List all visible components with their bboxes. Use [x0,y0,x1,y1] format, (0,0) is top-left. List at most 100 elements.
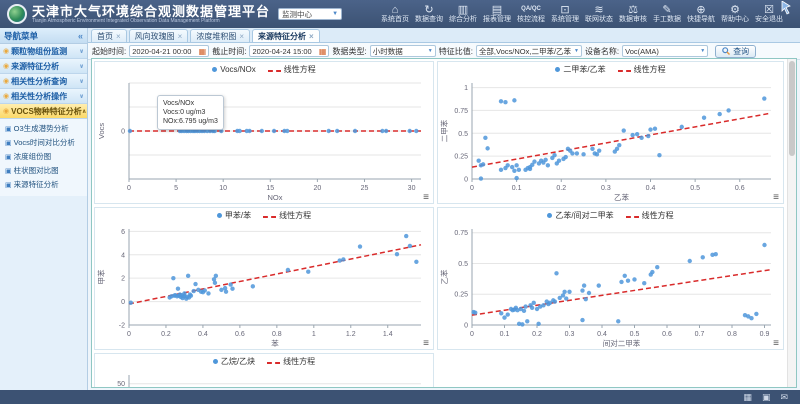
menu-item-report[interactable]: ▤报表管理 [480,4,514,24]
legend-trend[interactable]: 线性方程 [626,210,674,221]
scatter-plot: 00.250.50.7500.10.20.30.40.50.60.70.80.9… [438,223,783,349]
menu-item-network[interactable]: ≋联网状态 [582,4,616,24]
tab-1[interactable]: 风向玫瑰图× [129,29,189,42]
legend-series[interactable]: Vocs/NOx [212,65,256,74]
sidebar-group-label: VOCS物种特征分析 [11,106,82,117]
field-label: 起始时间: [92,46,126,57]
svg-text:0: 0 [121,299,125,306]
org-select[interactable]: 监测中心 ▼ [278,8,342,20]
calendar-icon[interactable]: ▦ [199,47,207,56]
dashed-line-icon [618,70,631,72]
menu-item-manual-data[interactable]: ✎手工数据 [650,4,684,24]
chevron-down-icon: ∨ [79,93,84,100]
chart-menu-icon[interactable]: ≡ [773,193,779,203]
legend-series[interactable]: 乙烷/乙炔 [213,356,255,367]
dashed-line-icon [263,216,276,218]
network-icon: ≋ [582,4,616,16]
svg-text:0.4: 0.4 [198,331,208,338]
legend-trend[interactable]: 线性方程 [267,356,315,367]
menu-item-quick-nav[interactable]: ⊕快捷导航 [684,4,718,24]
app-title-block: 天津市大气环境综合观测数据管理平台 Tianjin Atmospheric En… [32,5,270,24]
svg-text:30: 30 [408,185,416,192]
chart-menu-icon[interactable]: ≡ [423,193,429,203]
date-input[interactable]: 2020-04-24 15:00▦ [249,45,329,57]
group-emblem-icon: ◉ [3,62,9,70]
legend-trend[interactable]: 线性方程 [618,64,666,75]
svg-text:0: 0 [121,129,125,136]
select-input[interactable]: 全部,Vocs/NOx,二甲苯/乙苯▼ [476,45,582,57]
select-input[interactable]: 小时数据▼ [370,45,436,57]
org-select-value: 监测中心 [282,9,312,20]
chevron-up-icon: ∧ [82,108,87,115]
calendar-icon[interactable]: ▦ [319,47,327,56]
sidebar-group-3[interactable]: ◉相关性分析操作∨ [0,89,87,104]
svg-text:20: 20 [313,185,321,192]
quick-nav-icon: ⊕ [684,4,718,16]
sidebar-subitem[interactable]: ▣Vocs时间对比分析 [5,136,87,150]
search-button[interactable]: 查询 [715,45,756,58]
charts-area: Vocs/NOx线性方程0051015202530NOxVocs≡Vocs/NO… [91,58,797,388]
sidebar-subitem[interactable]: ▣来源特征分析 [5,178,87,192]
svg-text:NOx: NOx [268,193,283,202]
date-input[interactable]: 2020-04-21 00:00▦ [129,45,209,57]
scrollbar-thumb[interactable] [789,61,795,156]
close-tab-icon[interactable]: × [178,32,183,41]
svg-text:0.4: 0.4 [597,331,607,338]
menu-item-label: 核控流程 [514,16,548,24]
svg-text:0: 0 [127,185,131,192]
menu-item-help[interactable]: ⚙帮助中心 [718,4,752,24]
menu-item-audit[interactable]: ⚖数据审核 [616,4,650,24]
vertical-scrollbar[interactable] [787,59,796,387]
svg-text:0: 0 [470,185,474,192]
tab-3[interactable]: 来源特征分析× [252,29,320,42]
sidebar-subitem[interactable]: ▣O3生成潜势分析 [5,122,87,136]
chevron-down-icon: ▼ [700,48,705,54]
main-area: 首页×风向玫瑰图×浓度堆积图×来源特征分析× 起始时间:2020-04-21 0… [88,28,800,390]
chart-menu-icon[interactable]: ≡ [773,339,779,349]
menu-item-system[interactable]: ⊡系统管理 [548,4,582,24]
sidebar-group-1[interactable]: ◉来源特征分析∨ [0,59,87,74]
message-icon[interactable]: ▣ [762,390,771,404]
sidebar-group-2[interactable]: ◉相关性分析查询∨ [0,74,87,89]
sidebar-subitem-label: 浓度组份图 [14,152,52,161]
legend-trend-label: 线性方程 [279,211,311,220]
submenu-item-icon: ▣ [5,182,12,189]
menu-item-home[interactable]: ⌂系统首页 [378,4,412,24]
sidebar-subitem[interactable]: ▣柱状图对比图 [5,164,87,178]
close-tab-icon[interactable]: × [116,32,121,41]
legend-trend[interactable]: 线性方程 [263,210,311,221]
select-input[interactable]: Voc(AMA)▼ [622,45,708,57]
chart-legend: 二甲苯/乙苯 线性方程 [438,62,783,77]
svg-text:0.8: 0.8 [727,331,737,338]
legend-series[interactable]: 甲苯/苯 [217,210,251,221]
calendar-icon[interactable]: ▦ [743,390,752,404]
svg-text:1: 1 [464,85,468,92]
legend-series-label: Vocs/NOx [220,65,256,74]
menu-item-data-query[interactable]: ↻数据查询 [412,4,446,24]
legend-trend[interactable]: 线性方程 [268,64,316,75]
submenu-item-icon: ▣ [5,140,12,147]
legend-trend-label: 线性方程 [634,65,666,74]
tab-0[interactable]: 首页× [91,29,127,42]
legend-series[interactable]: 乙苯/间对二甲苯 [547,210,613,221]
close-tab-icon[interactable]: × [239,32,244,41]
mail-icon[interactable]: ✉ [780,390,788,404]
qaqc-icon: QA/QC [514,4,548,16]
sidebar-group-4[interactable]: ◉VOCS物种特征分析∧ [0,104,87,119]
svg-text:15: 15 [266,185,274,192]
close-tab-icon[interactable]: × [309,32,314,41]
chart-menu-icon[interactable]: ≡ [423,339,429,349]
field-label: 特征比值: [439,46,473,57]
tab-2[interactable]: 浓度堆积图× [190,29,250,42]
sidebar-group-0[interactable]: ◉颗粒物组份监测∨ [0,44,87,59]
collapse-sidebar-icon[interactable]: « [78,31,83,41]
menu-item-qaqc[interactable]: QA/QC核控流程 [514,4,548,24]
mouse-cursor [781,1,792,15]
svg-text:0.3: 0.3 [565,331,575,338]
sidebar-subitem[interactable]: ▣浓度组份图 [5,150,87,164]
svg-text:2: 2 [121,276,125,283]
scatter-point-icon [547,213,552,218]
menu-item-analysis[interactable]: ▥综合分析 [446,4,480,24]
top-menu: ⌂系统首页↻数据查询▥综合分析▤报表管理QA/QC核控流程⊡系统管理≋联网状态⚖… [378,0,800,28]
legend-series[interactable]: 二甲苯/乙苯 [555,64,605,75]
